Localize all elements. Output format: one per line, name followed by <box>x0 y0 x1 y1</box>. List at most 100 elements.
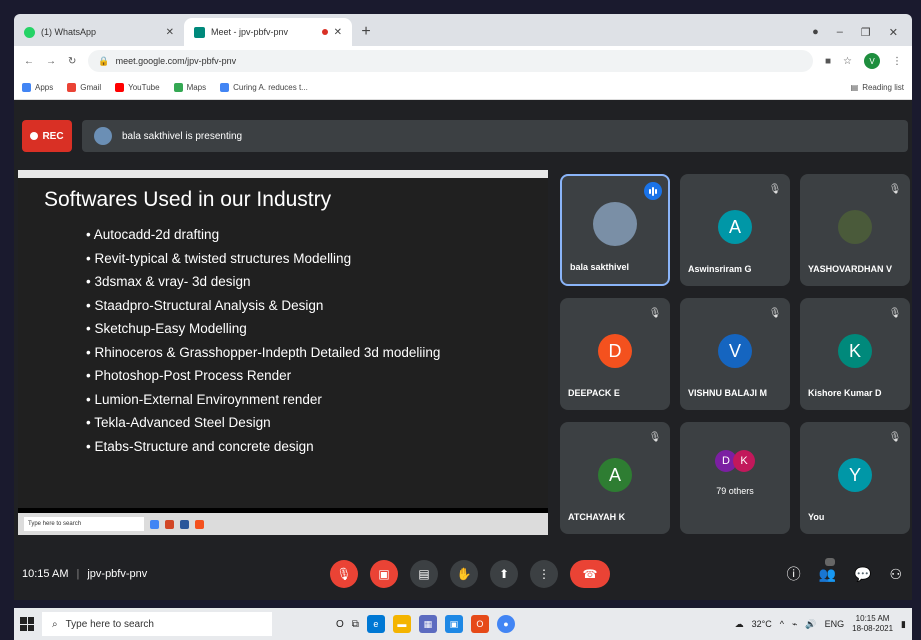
reading-list-button[interactable]: ▤ Reading list <box>851 83 904 92</box>
record-icon <box>30 132 39 140</box>
office-icon[interactable]: O <box>470 615 489 633</box>
slide-bullet: Sketchup-Easy Modelling <box>86 320 522 338</box>
url-field[interactable]: 🔒 meet.google.com/jpv-pbfv-pnv <box>88 50 813 72</box>
meet-area: REC bala sakthivel is presenting Softwar… <box>14 100 912 600</box>
star-icon[interactable]: ☆ <box>843 56 852 67</box>
mic-off-icon: 🎙 <box>336 567 352 581</box>
participant-avatar: V <box>718 334 752 368</box>
system-clock[interactable]: 10:15 AM 18-08-2021 <box>852 614 893 634</box>
tab-title: Meet - jpv-pbfv-pnv <box>211 27 289 37</box>
system-tray: ☁ 32°C ^ ⌁ 🔊 ENG 10:15 AM 18-08-2021 ▮ <box>735 614 906 634</box>
participant-tile[interactable]: 🎙 K Kishore Kumar D <box>800 298 910 410</box>
taskbar-search-input[interactable]: ⌕ Type here to search <box>42 612 272 636</box>
back-icon[interactable]: ← <box>24 56 34 67</box>
minimize-icon[interactable]: – <box>837 26 843 38</box>
apps-grid-icon <box>22 83 31 92</box>
close-icon[interactable]: ✕ <box>166 27 174 38</box>
meet-icon <box>194 26 205 38</box>
participant-tile[interactable]: 🎙 V VISHNU BALAJI M <box>680 298 790 410</box>
volume-icon[interactable]: 🔊 <box>805 619 816 630</box>
participant-avatar: A <box>718 210 752 244</box>
chrome-icon[interactable]: ● <box>496 615 515 633</box>
separator: | <box>76 568 80 580</box>
more-options-button[interactable]: ⋮ <box>530 560 558 588</box>
window-close-icon[interactable]: ✕ <box>889 26 898 39</box>
leave-call-button[interactable]: ☎ <box>570 560 610 588</box>
side-panel-controls: ⓘ 👥 💬 ⚇ <box>787 557 902 584</box>
tab-meet[interactable]: Meet - jpv-pbfv-pnv ✕ <box>184 18 352 46</box>
menu-icon[interactable]: ⋮ <box>892 56 902 67</box>
participant-name: VISHNU BALAJI M <box>688 388 768 398</box>
participant-name: DEEPACK E <box>568 388 620 398</box>
slide-bullet: Rhinoceros & Grasshopper-Indepth Detaile… <box>86 344 522 362</box>
participant-tile-self[interactable]: 🎙 Y You <box>800 422 910 534</box>
presentation-screen: Softwares Used in our Industry Autocadd-… <box>18 170 548 535</box>
cortana-icon[interactable]: O <box>336 619 344 630</box>
participant-avatar: K <box>733 450 755 472</box>
others-tile[interactable]: D K 79 others <box>680 422 790 534</box>
participant-name: You <box>808 512 825 522</box>
maps-icon <box>173 83 183 92</box>
app-icon <box>180 519 189 529</box>
close-icon[interactable]: ✕ <box>334 27 342 38</box>
bookmark-youtube[interactable]: YouTube <box>115 83 160 92</box>
participant-name: bala sakthivel <box>570 262 630 272</box>
reading-list-icon: ▤ <box>850 83 859 92</box>
raise-hand-button[interactable]: ✋ <box>450 560 478 588</box>
whatsapp-icon <box>24 26 35 38</box>
bookmark-curing[interactable]: Curing A. reduces t... <box>220 83 308 92</box>
camera-icon[interactable]: ■ <box>825 56 831 67</box>
reload-icon[interactable]: ↻ <box>68 56 76 67</box>
file-explorer-icon[interactable]: ▬ <box>392 615 411 633</box>
participant-tile[interactable]: 🎙 D DEEPACK E <box>560 298 670 410</box>
task-view-icon[interactable]: ⧉ <box>352 619 359 630</box>
participant-tile[interactable]: 🎙 A Aswinsriram G <box>680 174 790 286</box>
edge-icon[interactable]: e <box>366 615 385 633</box>
windows-start-icon[interactable] <box>20 617 34 631</box>
mic-off-icon: 🎙 <box>888 183 902 195</box>
lock-icon: 🔒 <box>98 55 110 66</box>
slide-title: Softwares Used in our Industry <box>44 188 332 211</box>
present-icon: ⬆ <box>498 567 510 581</box>
youtube-icon <box>115 83 125 92</box>
hang-up-icon: ☎ <box>582 567 598 581</box>
participant-tile[interactable]: bala sakthivel <box>560 174 670 286</box>
browser-tab-strip: (1) WhatsApp ✕ Meet - jpv-pbfv-pnv ✕ + ●… <box>14 14 912 46</box>
participant-name: ATCHAYAH K <box>568 512 626 522</box>
bookmark-apps[interactable]: Apps <box>22 83 53 92</box>
notifications-icon[interactable]: ▮ <box>901 619 906 630</box>
activities-icon[interactable]: ⚇ <box>889 566 902 583</box>
maximize-icon[interactable]: ❐ <box>861 26 871 39</box>
language[interactable]: ENG <box>825 619 845 629</box>
forward-icon[interactable]: → <box>46 56 56 67</box>
search-icon: ⌕ <box>52 618 58 630</box>
slide-bullet: Tekla-Advanced Steel Design <box>86 414 522 432</box>
new-tab-button[interactable]: + <box>352 18 380 46</box>
participant-tile[interactable]: 🎙 A ATCHAYAH K <box>560 422 670 534</box>
chat-icon[interactable]: 💬 <box>854 566 871 583</box>
bookmark-maps[interactable]: Maps <box>173 83 206 92</box>
captions-button[interactable]: ▤ <box>410 560 438 588</box>
store-icon[interactable]: ▦ <box>418 615 437 633</box>
profile-menu-icon[interactable]: ● <box>812 26 819 38</box>
people-icon[interactable]: 👥 <box>819 557 836 583</box>
meeting-details-icon[interactable]: ⓘ <box>787 564 801 584</box>
camera-toggle-button[interactable]: ▣ <box>370 560 398 588</box>
present-button[interactable]: ⬆ <box>490 560 518 588</box>
mic-toggle-button[interactable]: 🎙 <box>330 560 358 588</box>
slide-bullet: Etabs-Structure and concrete design <box>86 438 522 456</box>
participant-tile[interactable]: 🎙 YASHOVARDHAN V <box>800 174 910 286</box>
bookmarks-bar: Apps Gmail YouTube Maps Curing A. reduce… <box>14 76 912 100</box>
tray-chevron-icon[interactable]: ^ <box>780 619 784 629</box>
profile-avatar[interactable]: V <box>864 53 880 69</box>
meet-control-bar: 10:15 AM | jpv-pbfv-pnv 🎙 ▣ ▤ ✋ ⬆ ⋮ ☎ ⓘ … <box>14 552 912 596</box>
slide-bullet: Lumion-External Enviroynment render <box>86 391 522 409</box>
meeting-info: 10:15 AM | jpv-pbfv-pnv <box>22 568 147 580</box>
bookmark-gmail[interactable]: Gmail <box>67 83 101 92</box>
app-icon[interactable]: ▣ <box>444 615 463 633</box>
recording-button[interactable]: REC <box>22 120 72 152</box>
weather-icon: ☁ <box>734 618 744 629</box>
speaking-indicator-icon <box>644 182 662 200</box>
tab-whatsapp[interactable]: (1) WhatsApp ✕ <box>14 18 184 46</box>
network-icon[interactable]: ⌁ <box>792 619 797 630</box>
